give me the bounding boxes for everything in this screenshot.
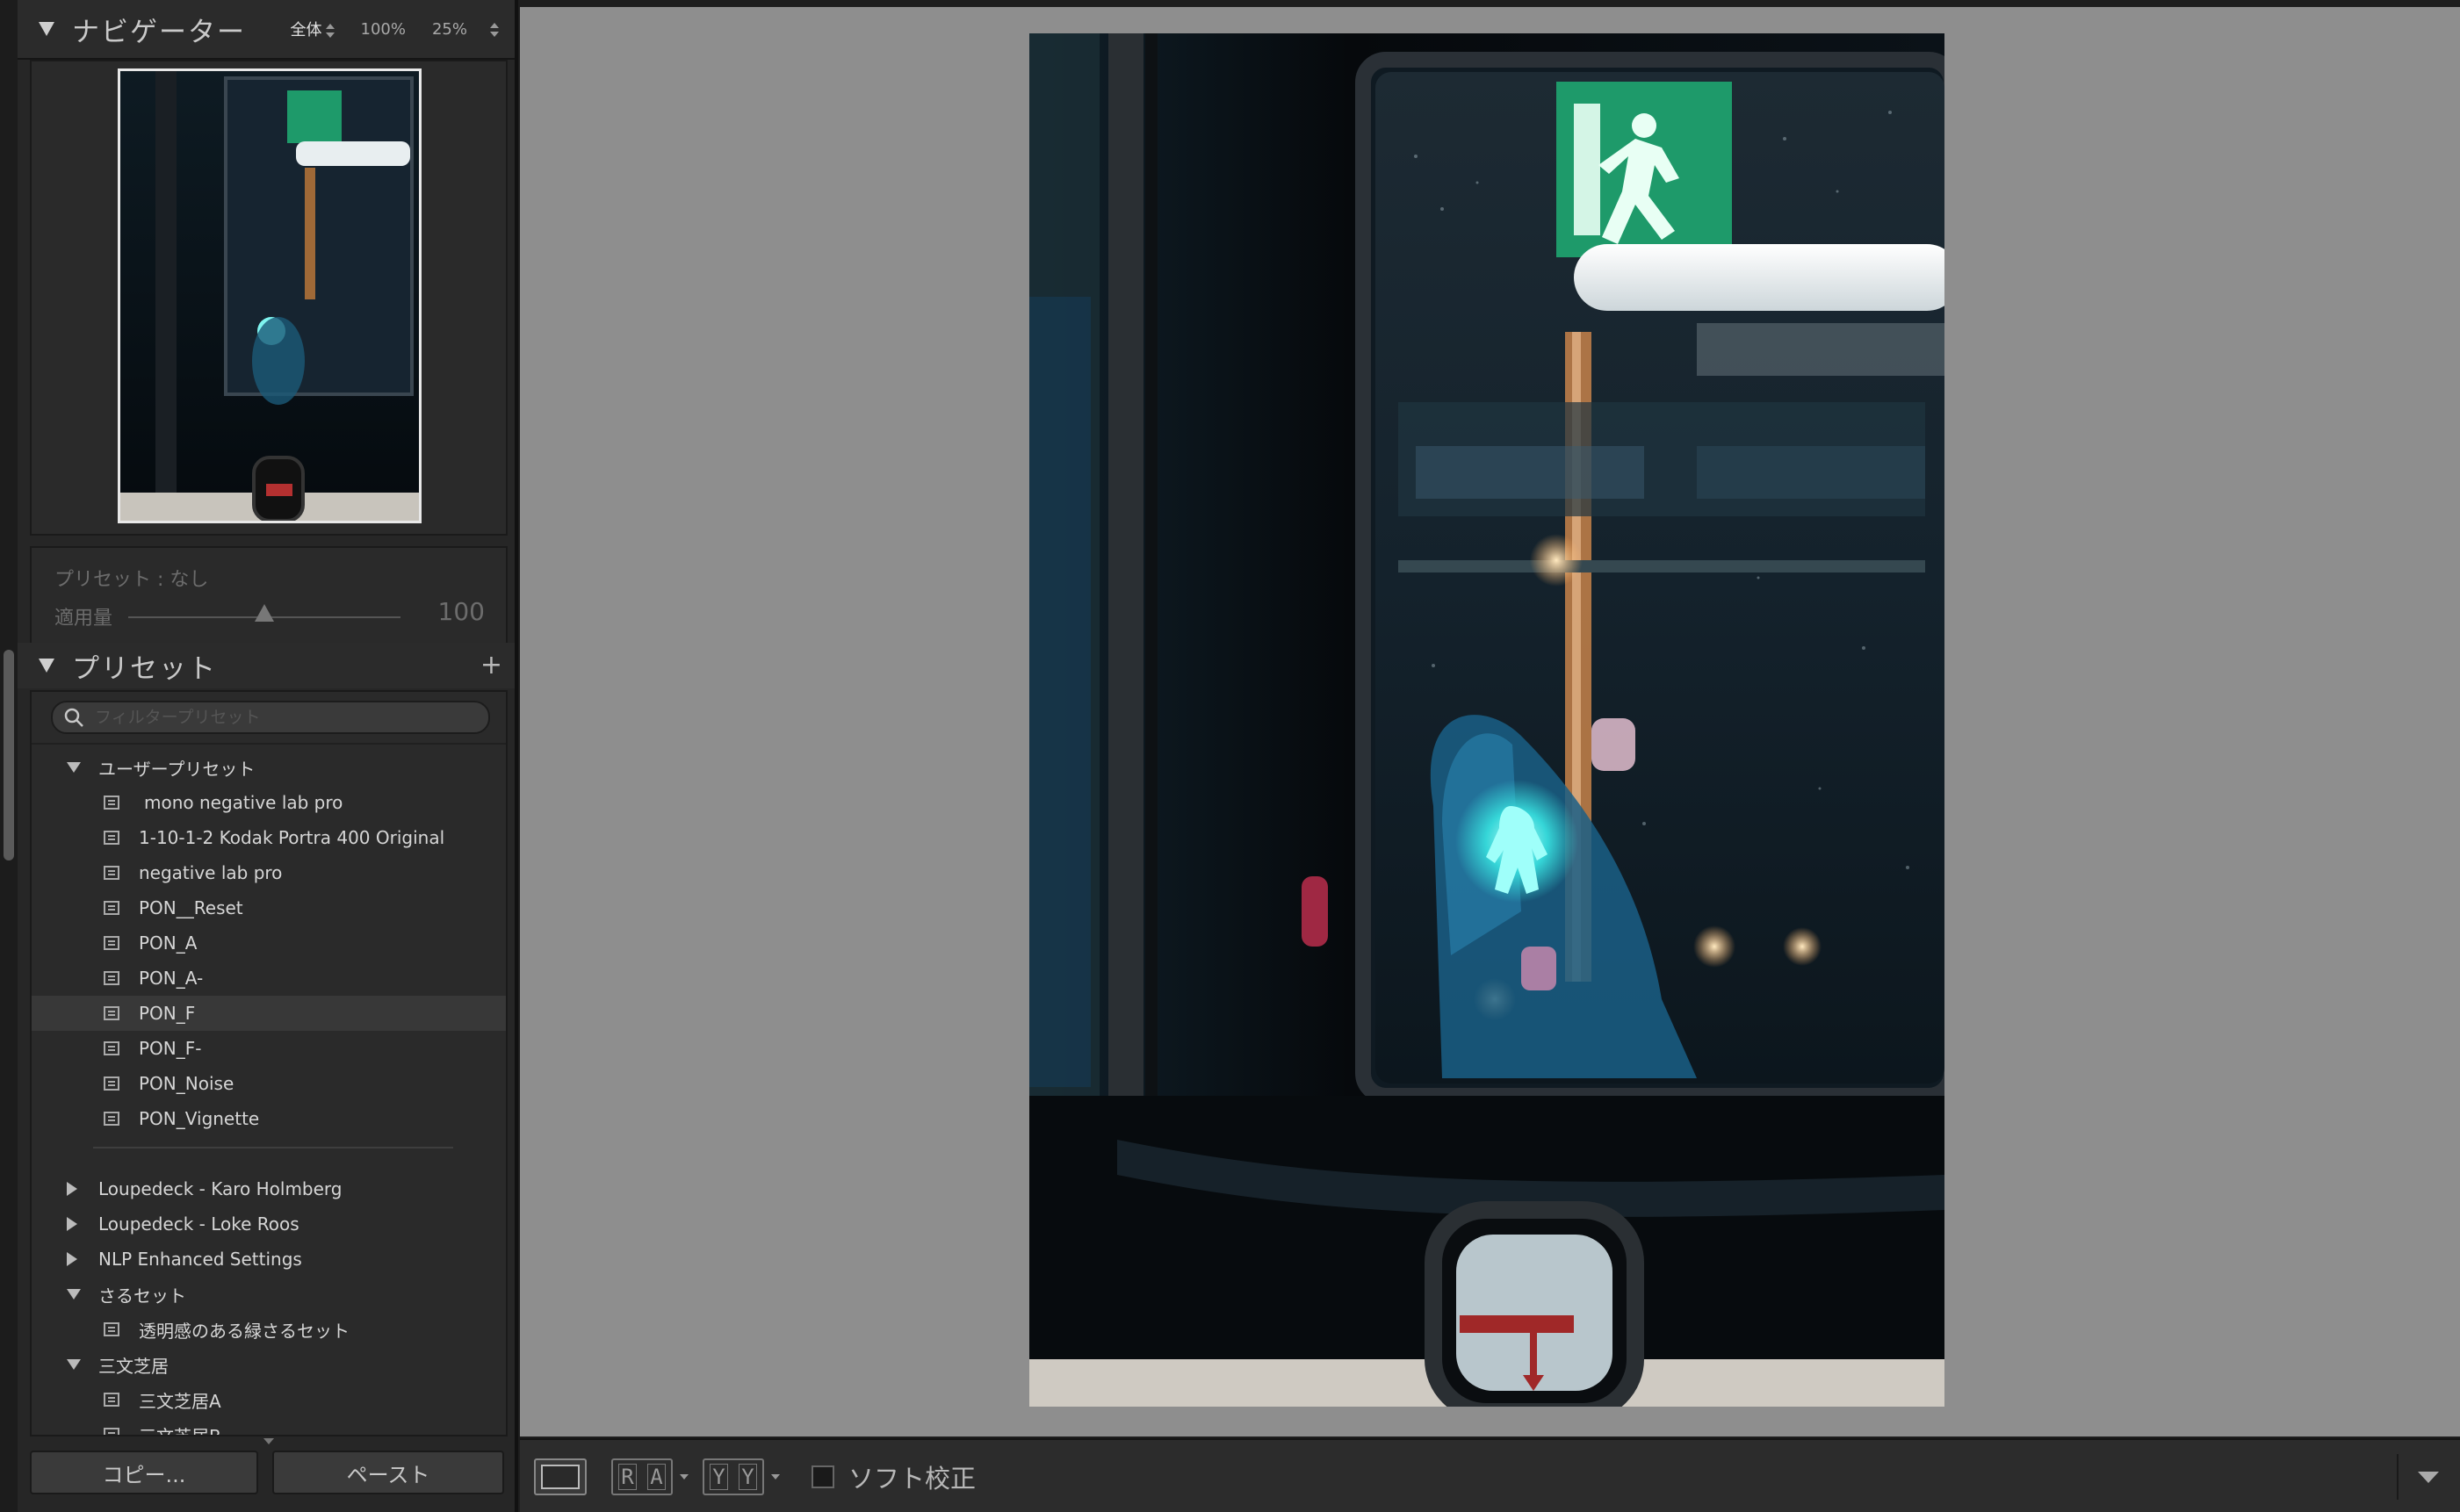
preset-document-icon <box>104 1322 119 1336</box>
left-panel-scroll-thumb[interactable] <box>4 650 14 860</box>
preset-document-icon <box>104 936 119 950</box>
navigator-title: ナビゲーター <box>72 16 246 48</box>
left-panel-scrollbar[interactable] <box>0 0 18 1512</box>
preset-item[interactable]: 透明感のある緑さるセット <box>32 1312 506 1347</box>
toolbar-separator <box>2397 1454 2399 1500</box>
navigator-zoom-options: 全体 100% 25% <box>291 18 499 40</box>
expand-triangle-icon[interactable] <box>67 1252 77 1266</box>
preset-folder-saru[interactable]: さるセット <box>32 1277 506 1312</box>
preset-folder-user[interactable]: ユーザープリセット <box>32 750 506 785</box>
soft-proof-label: ソフト校正 <box>848 1464 977 1494</box>
preset-amount-panel: プリセット : なし 適用量 100 <box>30 546 508 644</box>
before-after-ra-button[interactable]: RA <box>611 1458 673 1495</box>
dropdown-arrow-icon[interactable] <box>680 1474 689 1480</box>
expand-triangle-icon[interactable] <box>67 1182 77 1196</box>
preset-list: ユーザープリセット mono negative lab pro 1-10-1-2… <box>30 690 508 1436</box>
preset-document-icon <box>104 1006 119 1020</box>
preset-item[interactable]: PON_A- <box>32 961 506 996</box>
zoom-25-option[interactable]: 25% <box>432 20 499 39</box>
search-icon <box>64 708 83 727</box>
preset-document-icon <box>104 1112 119 1126</box>
dropdown-arrow-icon[interactable] <box>771 1474 780 1480</box>
navigator-header[interactable]: ナビゲーター 全体 100% 25% <box>18 0 515 60</box>
preset-document-icon <box>104 1428 119 1435</box>
image-canvas[interactable] <box>520 7 2460 1436</box>
navigator-preview[interactable] <box>30 60 508 536</box>
before-after-yy-button[interactable]: YY <box>703 1458 764 1495</box>
preset-document-icon <box>104 1393 119 1407</box>
navigator-thumbnail[interactable] <box>118 68 422 523</box>
zoom-fit-option[interactable]: 全体 <box>291 18 335 40</box>
list-separator <box>93 1147 453 1148</box>
bottom-toolbar: RA YY ソフト校正 <box>520 1438 2460 1512</box>
preset-folder-nlp[interactable]: NLP Enhanced Settings <box>32 1242 506 1277</box>
preset-item[interactable]: 三文芝居B <box>32 1417 506 1435</box>
preset-item[interactable]: PON_Noise <box>32 1066 506 1101</box>
preset-item[interactable]: PON__Reset <box>32 890 506 925</box>
navigator-thumbnail-image <box>120 71 419 521</box>
preset-folder-sanmon[interactable]: 三文芝居 <box>32 1347 506 1382</box>
preset-document-icon <box>104 831 119 845</box>
preset-item[interactable]: 三文芝居A <box>32 1382 506 1417</box>
preset-folder-loupedeck-loke[interactable]: Loupedeck - Loke Roos <box>32 1206 506 1242</box>
preset-current-label: プリセット : なし <box>54 569 209 591</box>
add-preset-button[interactable]: + <box>480 652 502 679</box>
collapse-triangle-icon[interactable] <box>39 659 54 673</box>
lightroom-window: ナビゲーター 全体 100% 25% プリセット: なし 適用量 100 プリ… <box>0 0 2460 1512</box>
preset-item[interactable]: 1-10-1-2 Kodak Portra 400 Original <box>32 820 506 855</box>
preset-document-icon <box>104 1076 119 1091</box>
preset-item-selected[interactable]: PON_F <box>32 996 506 1031</box>
left-panel: ナビゲーター 全体 100% 25% プリセット: なし 適用量 100 プリ… <box>0 0 518 1512</box>
preset-folder-loupedeck-karo[interactable]: Loupedeck - Karo Holmberg <box>32 1171 506 1206</box>
presets-header[interactable]: プリセット + <box>18 643 515 688</box>
preset-item[interactable]: PON_F- <box>32 1031 506 1066</box>
zoom-100-option[interactable]: 100% <box>361 20 406 39</box>
preset-item[interactable]: mono negative lab pro <box>32 785 506 820</box>
preset-search-input[interactable] <box>93 707 465 728</box>
divider <box>32 743 506 745</box>
paste-settings-button[interactable]: ペースト <box>272 1451 504 1494</box>
amount-slider-thumb[interactable] <box>255 604 274 622</box>
amount-value[interactable]: 100 <box>438 597 485 626</box>
preset-item[interactable]: PON_A <box>32 925 506 961</box>
toolbar-options-chevron-icon[interactable] <box>2418 1471 2439 1483</box>
preset-item[interactable]: negative lab pro <box>32 855 506 890</box>
soft-proof-checkbox[interactable] <box>812 1465 834 1488</box>
preset-document-icon <box>104 866 119 880</box>
expand-triangle-icon[interactable] <box>67 1359 81 1370</box>
loupe-view-icon <box>541 1465 580 1489</box>
expand-triangle-icon[interactable] <box>67 762 81 773</box>
preset-item[interactable]: PON_Vignette <box>32 1101 506 1136</box>
preset-document-icon <box>104 901 119 915</box>
copy-settings-button[interactable]: コピー... <box>30 1451 258 1494</box>
expand-triangle-icon[interactable] <box>67 1217 77 1231</box>
main-photo[interactable] <box>1029 33 1944 1407</box>
expand-triangle-icon[interactable] <box>67 1289 81 1300</box>
photo-bus-door-night <box>1029 33 1944 1407</box>
amount-label: 適用量 <box>54 608 113 630</box>
preset-document-icon <box>104 971 119 985</box>
preset-search-box[interactable] <box>51 701 490 734</box>
panel-resize-grip-icon[interactable] <box>263 1438 274 1444</box>
updown-arrow-icon <box>490 22 499 38</box>
presets-title: プリセット <box>72 652 217 685</box>
preset-document-icon <box>104 796 119 810</box>
preset-document-icon <box>104 1041 119 1055</box>
updown-arrow-icon <box>325 23 335 39</box>
collapse-triangle-icon[interactable] <box>39 22 54 36</box>
loupe-view-button[interactable] <box>534 1458 587 1495</box>
